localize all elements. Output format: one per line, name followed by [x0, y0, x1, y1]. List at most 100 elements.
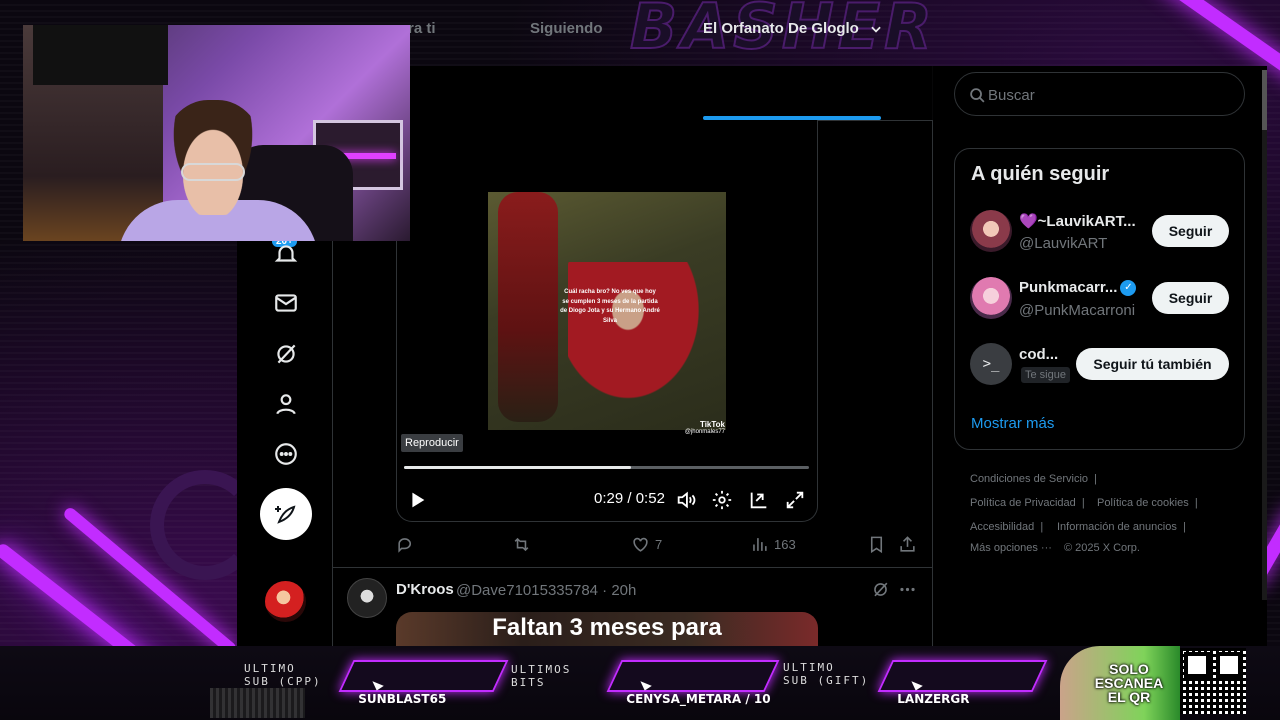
like-count: 7: [655, 537, 663, 552]
tab-following[interactable]: Siguiendo: [530, 20, 603, 37]
share-button[interactable]: [898, 535, 917, 554]
tweet-author-handle[interactable]: @Dave71015335784 · 20h: [456, 582, 636, 599]
last-gift-value: ▶ LANZERGR: [883, 662, 1034, 706]
video-caption: Cuál racha bro? No ves que hoy se cumple…: [560, 289, 660, 324]
chevron-down-icon[interactable]: [869, 22, 883, 36]
last-bits-label: ULTIMOS BITS: [511, 663, 571, 689]
footer-ads-link[interactable]: Información de anuncios |: [1057, 521, 1186, 533]
user-handle[interactable]: @LauvikART: [1019, 235, 1107, 252]
repost-button[interactable]: [512, 535, 531, 554]
last-gift-label-line1: ULTIMO: [783, 661, 835, 674]
tab-for-you[interactable]: ra ti: [408, 20, 436, 37]
fullscreen-button[interactable]: [784, 489, 806, 511]
user-avatar[interactable]: [970, 277, 1012, 319]
search-input[interactable]: [988, 79, 1228, 111]
sub-thumbnail: [210, 688, 305, 718]
picture-in-picture-icon: [750, 492, 767, 509]
video-time: 0:29 / 0:52: [594, 490, 665, 507]
pip-button[interactable]: [748, 489, 770, 511]
show-more-link[interactable]: Mostrar más: [971, 415, 1054, 432]
last-sub-label-line2: SUB (CPP): [244, 675, 322, 688]
tweet-author-name[interactable]: D'Kroos: [396, 581, 454, 598]
last-sub-text: SUNBLAST65: [358, 692, 447, 706]
footer-terms-text: Condiciones de Servicio: [970, 473, 1089, 485]
footer-cookies-link[interactable]: Política de cookies |: [1097, 497, 1198, 509]
user-handle[interactable]: @PunkMacarroni: [1019, 302, 1135, 319]
last-bits-label-line1: ULTIMOS: [511, 663, 572, 676]
user-name[interactable]: Punkmacarr... ✓: [1019, 279, 1137, 297]
last-bits-value: ▶ CENYSA_METARA / 10: [612, 662, 770, 706]
last-sub-pill: ▶ SUNBLAST65: [338, 660, 509, 706]
footer-privacy-text: Política de Privacidad: [970, 497, 1076, 509]
account-avatar[interactable]: [265, 581, 306, 622]
footer-cookies-text: Política de cookies: [1097, 497, 1189, 509]
footer-copyright: © 2025 X Corp.: [1064, 542, 1140, 554]
last-sub-label: ULTIMO SUB (CPP): [244, 662, 322, 688]
triangle-icon: ▶: [370, 678, 387, 692]
video-progress-bar[interactable]: [404, 466, 809, 469]
compose-post-button[interactable]: [260, 488, 312, 540]
tweet-media[interactable]: Faltan 3 meses para: [396, 612, 818, 646]
follow-button[interactable]: Seguir: [1152, 215, 1229, 247]
page-scrollbar[interactable]: [1262, 70, 1267, 600]
more-dots-icon: [900, 587, 915, 592]
streamer-head: [163, 100, 263, 215]
play-icon: [412, 492, 425, 508]
terminal-avatar-icon[interactable]: >_: [970, 343, 1012, 385]
tweet-divider: [332, 567, 933, 568]
repost-icon: [514, 537, 529, 552]
volume-button[interactable]: [675, 489, 697, 511]
views-button[interactable]: 163: [750, 535, 796, 554]
reply-button[interactable]: [396, 535, 415, 554]
bookmark-button[interactable]: [867, 535, 886, 554]
search-icon: [970, 88, 985, 103]
footer-ads-text: Información de anuncios: [1057, 521, 1177, 533]
user-name-text: Punkmacarr...: [1019, 279, 1118, 296]
footer-more-link[interactable]: Más opciones ···: [970, 542, 1052, 554]
qr-promo-text: SOLO ESCANEA EL QR: [1094, 661, 1164, 705]
views-chart-icon: [753, 538, 767, 551]
footer-accessibility-link[interactable]: Accesibilidad |: [970, 521, 1043, 533]
bookmark-icon: [870, 536, 883, 554]
grok-icon[interactable]: [270, 338, 302, 370]
follow-button[interactable]: Seguir: [1152, 282, 1229, 314]
messages-icon[interactable]: [270, 287, 302, 319]
like-button[interactable]: 7: [631, 535, 662, 554]
settings-button[interactable]: [711, 489, 733, 511]
grok-tweet-button[interactable]: [871, 580, 890, 599]
timeline-tabs: [332, 66, 933, 121]
more-icon[interactable]: [270, 438, 302, 470]
triangle-icon: ▶: [638, 678, 655, 692]
play-button[interactable]: [406, 489, 428, 511]
webcam-tv: [33, 25, 168, 85]
video-progress-fill: [404, 466, 631, 469]
user-name[interactable]: 💜~LauvikART...: [1019, 212, 1136, 230]
view-count: 163: [774, 537, 796, 552]
tweet-author-avatar[interactable]: [347, 578, 387, 618]
qr-code: [1180, 648, 1246, 714]
play-tooltip: Reproducir: [401, 434, 463, 452]
bell-icon[interactable]: [270, 238, 302, 270]
verified-badge-icon: ✓: [1120, 280, 1137, 297]
last-gift-label-line2: SUB (GIFT): [783, 674, 870, 687]
footer-terms-link[interactable]: Condiciones de Servicio |: [970, 473, 1097, 485]
tweet-more-button[interactable]: [898, 580, 917, 599]
tiktok-watermark: TikTok @jhonmales77: [680, 420, 725, 435]
reply-icon: [398, 538, 412, 553]
follow-back-button[interactable]: Seguir tú también: [1076, 348, 1229, 380]
scrollbar-thumb[interactable]: [1262, 70, 1267, 130]
profile-icon[interactable]: [270, 388, 302, 420]
video-time-current: 0:29: [594, 490, 624, 507]
user-name[interactable]: cod...: [1019, 346, 1058, 363]
follows-you-badge: Te sigue: [1021, 367, 1070, 383]
search-box[interactable]: [954, 72, 1245, 116]
footer-accessibility-text: Accesibilidad: [970, 521, 1035, 533]
last-bits-label-line2: BITS: [511, 676, 546, 689]
user-avatar[interactable]: [970, 210, 1012, 252]
tiktok-label: TikTok: [699, 420, 725, 429]
heart-icon: [633, 537, 648, 552]
footer-privacy-link[interactable]: Política de Privacidad |: [970, 497, 1085, 509]
triangle-icon: ▶: [909, 678, 926, 692]
share-icon: [900, 536, 915, 552]
tab-list[interactable]: El Orfanato De Gloglo: [703, 20, 883, 37]
